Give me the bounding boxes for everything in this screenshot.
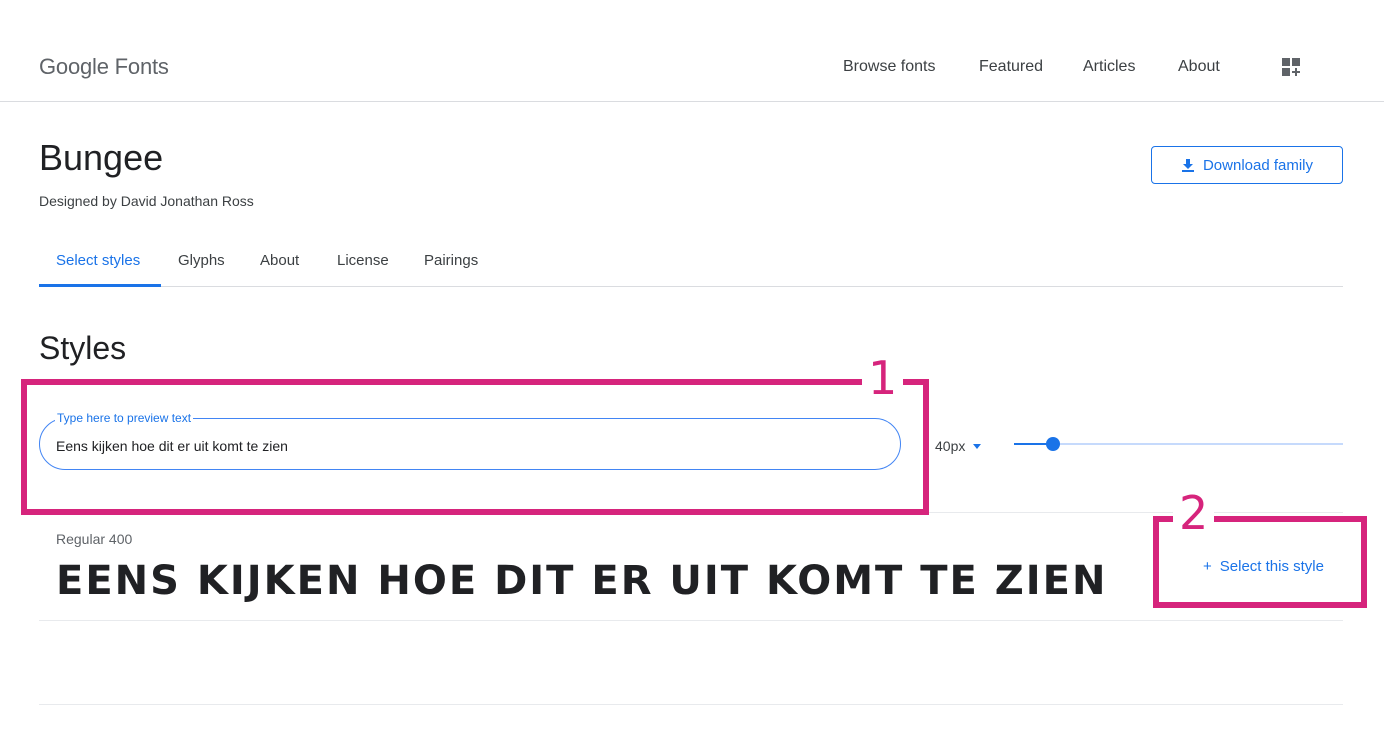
- active-tab-indicator: [39, 284, 161, 287]
- nav-about[interactable]: About: [1178, 58, 1220, 76]
- download-family-button[interactable]: Download family: [1151, 146, 1343, 184]
- style-name: Regular 400: [56, 531, 133, 547]
- font-size-value: 40px: [935, 438, 966, 454]
- download-icon: [1181, 159, 1194, 172]
- style-sample-text: Eens kijken hoe dit er uit komt te zien: [56, 558, 1108, 604]
- nav-articles[interactable]: Articles: [1083, 58, 1135, 76]
- section-divider: [39, 704, 1343, 705]
- tab-license[interactable]: License: [337, 252, 389, 269]
- designer-credit: Designed by David Jonathan Ross: [39, 193, 254, 209]
- style-row-divider: [39, 620, 1343, 621]
- font-size-select[interactable]: 40px: [935, 438, 982, 454]
- google-fonts-logo[interactable]: Google Fonts: [39, 54, 169, 80]
- caret-down-icon: [973, 443, 982, 449]
- font-tabs: Select styles Glyphs About License Pairi…: [39, 238, 1343, 287]
- tab-select-styles[interactable]: Select styles: [56, 252, 140, 269]
- download-family-label: Download family: [1202, 156, 1314, 174]
- font-family-title: Bungee: [39, 137, 164, 178]
- selected-families-icon[interactable]: [1281, 57, 1301, 77]
- tab-about[interactable]: About: [260, 252, 299, 269]
- annotation-box-1: [21, 379, 929, 515]
- logo-fonts-text: Fonts: [114, 54, 169, 79]
- font-size-slider-track[interactable]: [1014, 443, 1343, 445]
- top-header: Google Fonts Browse fonts Featured Artic…: [0, 0, 1384, 102]
- nav-featured[interactable]: Featured: [979, 58, 1043, 76]
- logo-google-text: Google: [39, 54, 109, 79]
- annotation-number-2: 2: [1173, 490, 1215, 536]
- annotation-number-1: 1: [862, 355, 904, 401]
- styles-heading: Styles: [39, 330, 127, 366]
- font-size-slider-thumb[interactable]: [1046, 437, 1061, 451]
- tab-pairings[interactable]: Pairings: [424, 252, 478, 269]
- nav-browse-fonts[interactable]: Browse fonts: [843, 58, 935, 76]
- tab-glyphs[interactable]: Glyphs: [178, 252, 225, 269]
